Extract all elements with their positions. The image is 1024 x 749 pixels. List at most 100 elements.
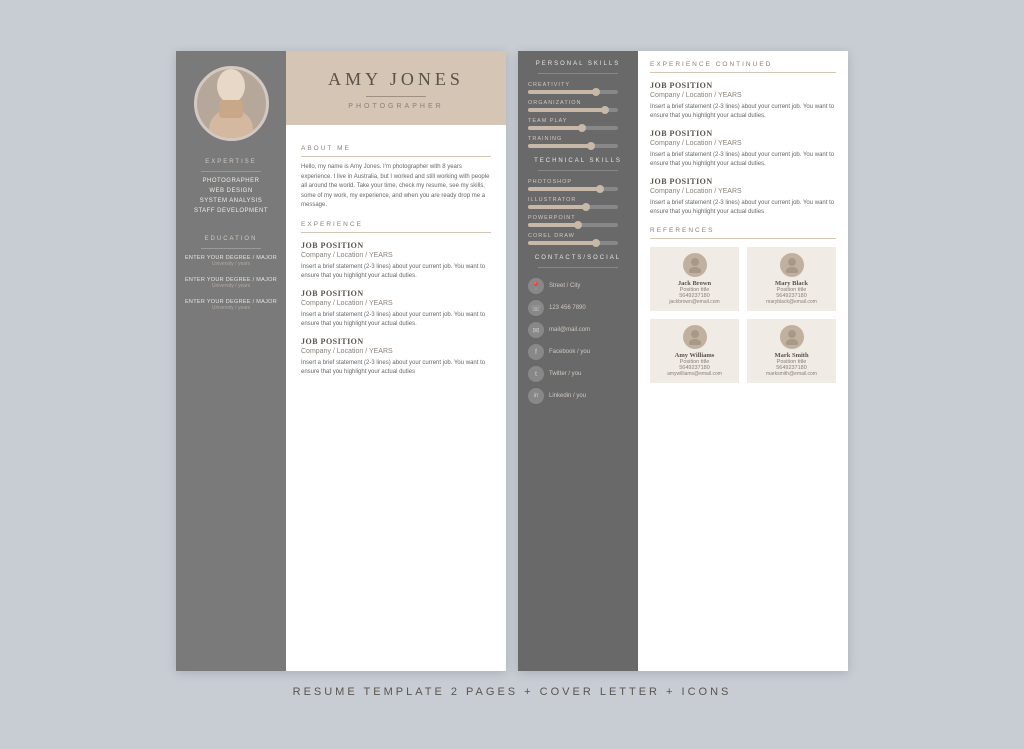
skill-ai-fill (528, 205, 587, 209)
expertise-item-3: SYSTEM ANALYSIS (200, 198, 262, 204)
skill-training: TRAINING (528, 136, 628, 148)
job-pos-3: JOB POSITION (301, 337, 491, 346)
expertise-item-1: PHOTOGRAPHER (203, 178, 260, 184)
skill-creativity-fill (528, 90, 596, 94)
skill-ai-dot (582, 203, 590, 211)
ref-avatar-3 (683, 325, 707, 349)
bottom-label: RESUME TEMPLATE 2 PAGES + COVER LETTER +… (293, 686, 732, 698)
expertise-item-4: STAFF DEVELOPMENT (194, 208, 268, 214)
skill-train-dot (587, 142, 595, 150)
skill-ai-name: ILLUSTRATOR (528, 197, 628, 203)
edu-entry-2: ENTER YOUR DEGREE / MAJOR University / y… (185, 277, 277, 289)
skill-org-dot (601, 106, 609, 114)
job-co-2: Company / Location / YEARS (301, 300, 491, 307)
experience-underline (301, 232, 491, 233)
contact-fb-text: Facebook / you (549, 349, 590, 355)
skill-coreldraw: COREL DRAW (528, 233, 628, 245)
job-desc-2: Insert a brief statement (2-3 lines) abo… (301, 311, 491, 329)
expertise-divider (201, 171, 261, 172)
job-desc-1: Insert a brief statement (2-3 lines) abo… (301, 263, 491, 281)
exp-continued-divider (650, 72, 836, 73)
ref-avatar-1 (683, 253, 707, 277)
skills-column: PERSONAL SKILLS CREATIVITY ORGANIZATION … (518, 51, 638, 671)
header-section: AMY JONES PHOTOGRAPHER (286, 51, 506, 125)
contact-phone: ☏ 123 456 7890 (528, 300, 628, 316)
sidebar: EXPERTISE PHOTOGRAPHER WEB DESIGN SYSTEM… (176, 51, 286, 671)
contacts-section: 📍 Street / City ☏ 123 456 7890 ✉ mail@ma… (528, 278, 628, 404)
references-grid: Jack Brown Position title 5649237180 jac… (650, 247, 836, 383)
job-co-1: Company / Location / YEARS (301, 252, 491, 259)
ref-email-2: maryblack@email.com (766, 299, 817, 305)
skill-cd-dot (592, 239, 600, 247)
skill-org-bar (528, 108, 618, 112)
resume-pages: EXPERTISE PHOTOGRAPHER WEB DESIGN SYSTEM… (176, 51, 848, 671)
main-content: AMY JONES PHOTOGRAPHER ABOUT ME Hello, m… (286, 51, 506, 671)
contact-email: ✉ mail@mail.com (528, 322, 628, 338)
ref-card-1: Jack Brown Position title 5649237180 jac… (650, 247, 739, 311)
skill-train-fill (528, 144, 591, 148)
linkedin-icon: in (528, 388, 544, 404)
contacts-divider (538, 267, 618, 268)
ref-name-2: Mary Black (775, 280, 808, 287)
references-divider (650, 238, 836, 239)
ref-name-1: Jack Brown (678, 280, 711, 287)
page1: EXPERTISE PHOTOGRAPHER WEB DESIGN SYSTEM… (176, 51, 506, 671)
about-text: Hello, my name is Amy Jones. I'm photogr… (301, 163, 491, 211)
exp2-job-pos-3: JOB POSITION (650, 177, 836, 186)
personal-skills-divider (538, 73, 618, 74)
exp2-job-desc-1: Insert a brief statement (2-3 lines) abo… (650, 103, 836, 121)
skill-creativity: CREATIVITY (528, 82, 628, 94)
technical-skills-divider (538, 170, 618, 171)
skill-creativity-dot (592, 88, 600, 96)
location-icon: 📍 (528, 278, 544, 294)
references-title: REFERENCES (650, 227, 836, 234)
ref-email-3: amywilliams@email.com (667, 371, 722, 377)
skill-team-name: TEAM PLAY (528, 118, 628, 124)
exp-continued-title: EXPERIENCE CONTINUED (650, 61, 836, 68)
skill-team-dot (578, 124, 586, 132)
page2: PERSONAL SKILLS CREATIVITY ORGANIZATION … (518, 51, 848, 671)
contact-address: 📍 Street / City (528, 278, 628, 294)
edu-uni-1: University / years (185, 261, 277, 267)
experience-continued-col: EXPERIENCE CONTINUED JOB POSITION Compan… (638, 51, 848, 671)
contact-li-text: Linkedin / you (549, 393, 586, 399)
skill-train-name: TRAINING (528, 136, 628, 142)
contact-tw-text: Twitter / you (549, 371, 581, 377)
expertise-label: EXPERTISE (205, 159, 257, 165)
skill-organization: ORGANIZATION (528, 100, 628, 112)
ref-email-1: jackbrown@email.com (669, 299, 719, 305)
skill-cd-bar (528, 241, 618, 245)
personal-skills-title: PERSONAL SKILLS (528, 61, 628, 67)
exp2-job-pos-2: JOB POSITION (650, 129, 836, 138)
skill-org-name: ORGANIZATION (528, 100, 628, 106)
skill-team-fill (528, 126, 582, 130)
education-label: EDUCATION (205, 236, 258, 242)
skill-ppt-dot (574, 221, 582, 229)
ref-card-3: Amy Williams Position title 5649237180 a… (650, 319, 739, 383)
skill-ps-dot (596, 185, 604, 193)
contact-phone-text: 123 456 7890 (549, 305, 586, 311)
skill-ps-name: PHOTOSHOP (528, 179, 628, 185)
name-divider (366, 96, 426, 97)
contact-email-text: mail@mail.com (549, 327, 590, 333)
exp2-job-co-3: Company / Location / YEARS (650, 188, 836, 195)
ref-name-3: Amy Williams (675, 352, 715, 359)
ref-name-4: Mark Smith (774, 352, 808, 359)
edu-entry-1: ENTER YOUR DEGREE / MAJOR University / y… (185, 255, 277, 267)
exp2-job-co-1: Company / Location / YEARS (650, 92, 836, 99)
job-co-3: Company / Location / YEARS (301, 348, 491, 355)
skill-ppt-fill (528, 223, 578, 227)
references-section: REFERENCES Jack Brown Position title 564… (650, 227, 836, 383)
email-icon: ✉ (528, 322, 544, 338)
contact-address-text: Street / City (549, 283, 580, 289)
exp2-job-pos-1: JOB POSITION (650, 81, 836, 90)
ref-card-4: Mark Smith Position title 5649237180 mar… (747, 319, 836, 383)
exp2-job-desc-2: Insert a brief statement (2-3 lines) abo… (650, 151, 836, 169)
skill-cd-name: COREL DRAW (528, 233, 628, 239)
skill-train-bar (528, 144, 618, 148)
contact-facebook: f Facebook / you (528, 344, 628, 360)
experience-label: EXPERIENCE (301, 221, 491, 228)
skill-ps-bar (528, 187, 618, 191)
skill-teamplay: TEAM PLAY (528, 118, 628, 130)
candidate-name: AMY JONES (328, 69, 464, 90)
